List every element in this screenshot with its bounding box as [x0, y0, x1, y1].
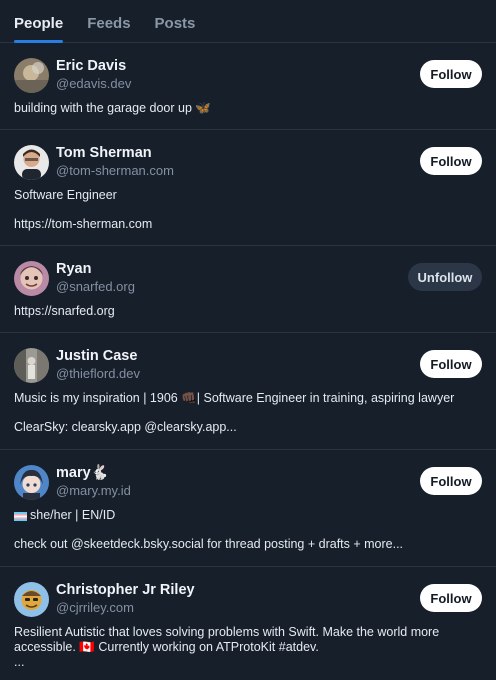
avatar[interactable] [14, 144, 49, 180]
bio-link[interactable]: https://snarfed.org [14, 304, 482, 319]
handle[interactable]: @cjrriley.com [56, 600, 195, 616]
avatar[interactable] [14, 581, 49, 617]
bio: Resilient Autistic that loves solving pr… [14, 625, 482, 670]
tab-people[interactable]: People [14, 15, 64, 43]
person-card[interactable]: Christopher Jr Riley @cjrriley.com Follo… [0, 567, 496, 677]
display-name[interactable]: Justin Case [56, 348, 140, 365]
person-card[interactable]: Justin Case @thieflord.dev Follow Music … [0, 333, 496, 450]
unfollow-button[interactable]: Unfollow [408, 263, 482, 291]
person-card[interactable]: Eric Davis @edavis.dev Follow building w… [0, 43, 496, 130]
bio-link[interactable]: https://tom-sherman.com [14, 217, 482, 232]
bio-line: she/her | EN/ID [14, 508, 482, 523]
search-results-panel: People Feeds Posts Eric Davis @edavis.de… [0, 0, 496, 680]
display-name[interactable]: Eric Davis [56, 58, 131, 75]
tab-posts[interactable]: Posts [155, 15, 196, 42]
bio: building with the garage door up 🦋 [14, 101, 482, 116]
avatar[interactable] [14, 57, 49, 93]
transgender-flag-icon [14, 510, 27, 522]
bio-line: building with the garage door up 🦋 [14, 101, 211, 115]
handle[interactable]: @mary.my.id [56, 483, 131, 499]
bio-line: Resilient Autistic that loves solving pr… [14, 625, 443, 654]
handle[interactable]: @tom-sherman.com [56, 163, 174, 179]
person-card[interactable]: Ryan @snarfed.org Unfollow https://snarf… [0, 246, 496, 333]
tab-bar: People Feeds Posts [0, 0, 496, 43]
bio: https://snarfed.org [14, 304, 482, 319]
bio: Music is my inspiration | 1906 👊🏿| Softw… [14, 391, 482, 435]
follow-button[interactable]: Follow [420, 60, 482, 88]
avatar[interactable] [14, 347, 49, 383]
avatar[interactable] [14, 260, 49, 296]
display-name[interactable]: Tom Sherman [56, 145, 174, 162]
bio: she/her | EN/ID check out @skeetdeck.bsk… [14, 508, 482, 552]
bio-line: ... [14, 655, 25, 669]
bio-line: Music is my inspiration | 1906 👊🏿| Softw… [14, 391, 455, 405]
tab-feeds[interactable]: Feeds [87, 15, 130, 42]
handle[interactable]: @edavis.dev [56, 76, 131, 92]
display-name[interactable]: mary🐇 [56, 465, 131, 482]
handle[interactable]: @snarfed.org [56, 279, 135, 295]
avatar[interactable] [14, 464, 49, 500]
bio-line: ClearSky: clearsky.app @clearsky.app... [14, 420, 237, 434]
person-card[interactable]: Tom Sherman @tom-sherman.com Follow Soft… [0, 130, 496, 246]
bio-text: she/her | EN/ID [30, 508, 116, 522]
bio: Software Engineer https://tom-sherman.co… [14, 188, 482, 232]
handle[interactable]: @thieflord.dev [56, 366, 140, 382]
bio-line: check out @skeetdeck.bsky.social for thr… [14, 537, 404, 551]
follow-button[interactable]: Follow [420, 350, 482, 378]
follow-button[interactable]: Follow [420, 147, 482, 175]
bio-line: Software Engineer [14, 188, 117, 202]
display-name[interactable]: Christopher Jr Riley [56, 582, 195, 599]
person-card[interactable]: mary🐇 @mary.my.id Follow she/her | EN/ID… [0, 450, 496, 567]
display-name[interactable]: Ryan [56, 261, 135, 278]
follow-button[interactable]: Follow [420, 467, 482, 495]
follow-button[interactable]: Follow [420, 584, 482, 612]
